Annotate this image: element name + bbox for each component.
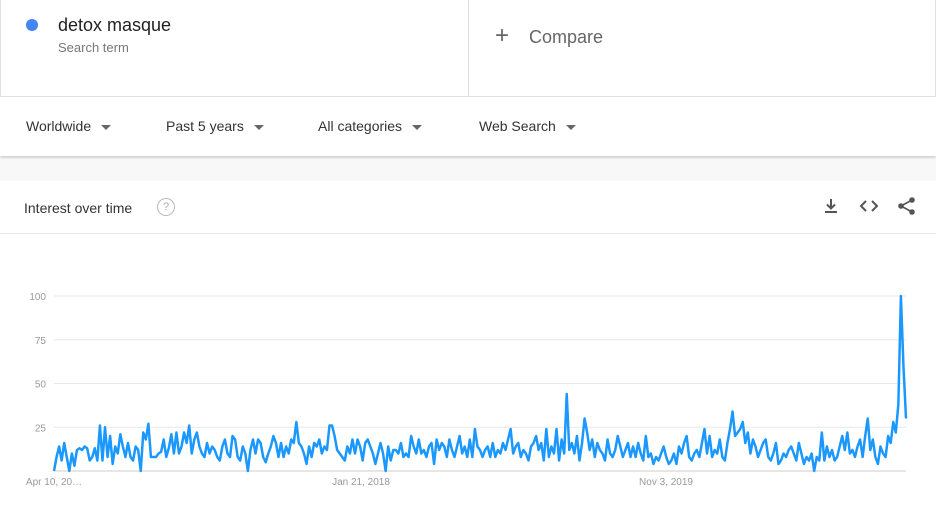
x-tick-label: Jan 21, 2018: [332, 477, 390, 488]
search-type-label: Web Search: [479, 118, 556, 134]
search-term-bar: detox masque Search term + Compare: [0, 0, 936, 97]
term-subtitle: Search term: [58, 40, 129, 55]
region-dropdown[interactable]: Worldwide: [26, 118, 112, 134]
y-tick-label: 100: [29, 292, 46, 303]
dropdown-caret-icon: [412, 124, 423, 130]
download-icon[interactable]: [820, 195, 842, 217]
dropdown-caret-icon: [253, 124, 264, 130]
interest-line-chart: 25 50 75 100 Apr 10, 20… Jan 21, 2018 Nov 3, 2…: [26, 292, 908, 488]
interest-over-time-card: Interest over time ? 25 50 75 100 Apr 10, 20…: [0, 181, 936, 506]
category-dropdown[interactable]: All categories: [318, 118, 423, 134]
share-icon[interactable]: [896, 195, 918, 217]
time-range-dropdown[interactable]: Past 5 years: [166, 118, 264, 134]
plus-icon: +: [495, 22, 510, 49]
y-tick-label: 75: [35, 336, 47, 347]
region-label: Worldwide: [26, 118, 92, 134]
term-name: detox masque: [58, 15, 172, 35]
time-range-label: Past 5 years: [166, 118, 244, 134]
category-label: All categories: [318, 118, 403, 134]
x-tick-label: Nov 3, 2019: [639, 477, 693, 488]
filter-bar: Worldwide Past 5 years All categories We…: [0, 97, 936, 156]
y-tick-label: 50: [35, 380, 47, 391]
compare-label: Compare: [529, 27, 604, 47]
y-tick-label: 25: [35, 423, 47, 434]
dropdown-caret-icon: [565, 124, 576, 130]
dropdown-caret-icon: [101, 124, 112, 130]
search-type-dropdown[interactable]: Web Search: [479, 118, 576, 134]
search-term-card[interactable]: detox masque Search term: [0, 0, 468, 96]
card-header: Interest over time ?: [0, 181, 936, 234]
term-color-dot: [26, 19, 38, 31]
embed-code-icon[interactable]: [858, 195, 880, 217]
x-tick-label: Apr 10, 20…: [26, 477, 82, 488]
help-icon[interactable]: ?: [157, 198, 175, 216]
card-title: Interest over time: [24, 200, 133, 216]
compare-button[interactable]: + Compare: [468, 0, 936, 96]
